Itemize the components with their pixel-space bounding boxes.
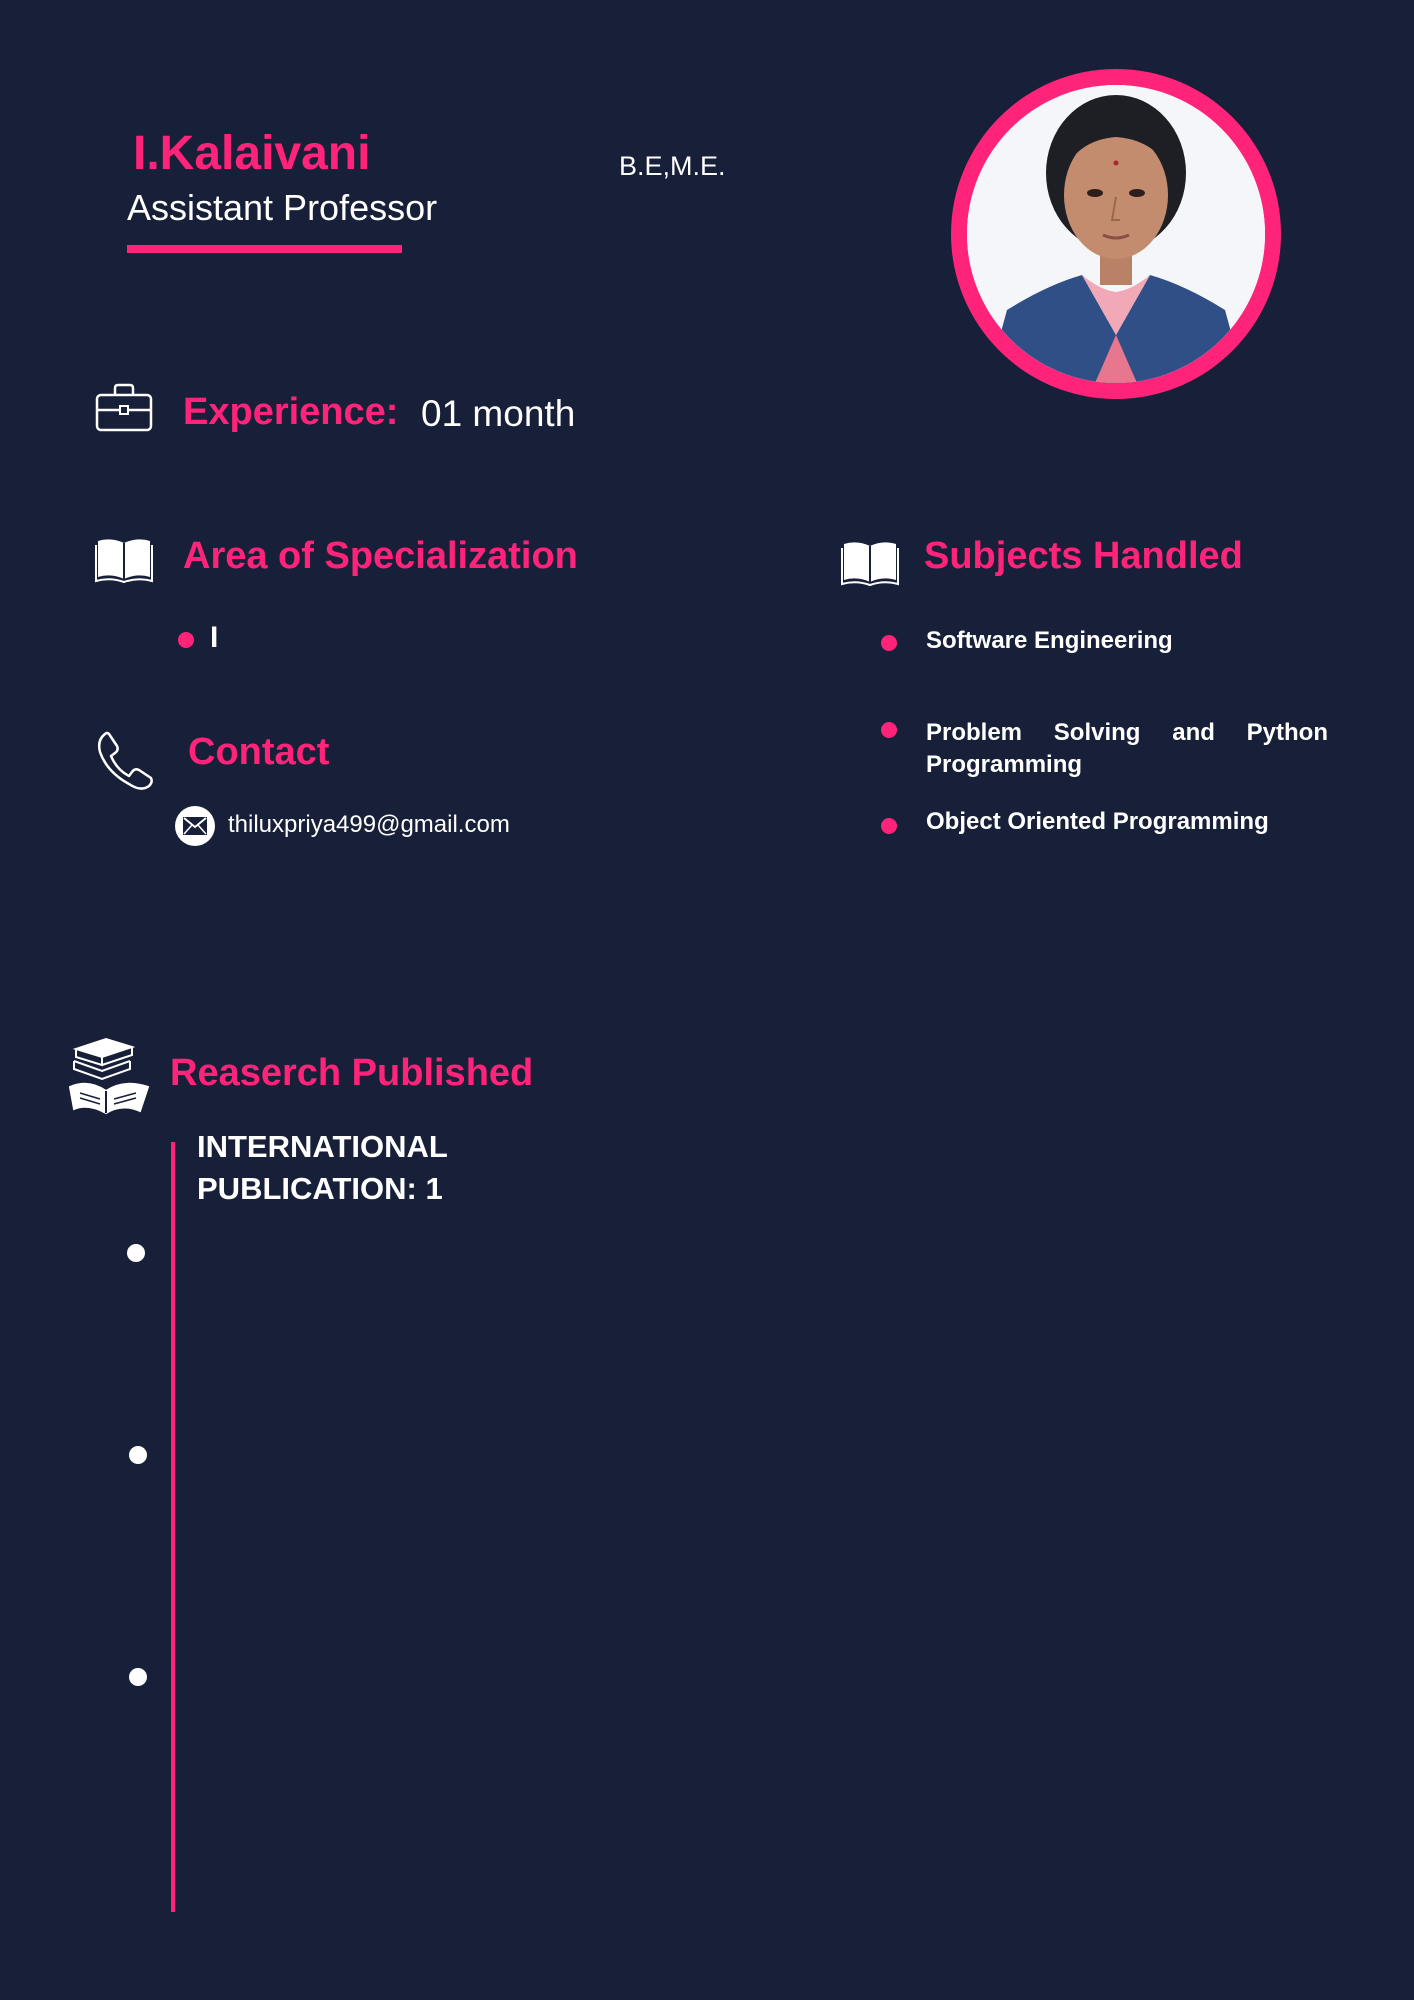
experience-value: 01 month <box>421 393 576 434</box>
specialization-title: Area of Specialization <box>183 535 578 577</box>
experience-label: Experience: <box>183 391 399 433</box>
subject-item: Software Engineering <box>926 627 1173 654</box>
timeline-bullet <box>129 1446 147 1464</box>
phone-icon <box>95 730 155 790</box>
subject-bullet <box>881 722 897 738</box>
subject-bullet <box>881 818 897 834</box>
profile-photo-image <box>967 85 1265 383</box>
specialization-bullet <box>178 632 194 648</box>
subject-bullet <box>881 635 897 651</box>
subject-item: Object Oriented Programming <box>926 808 1269 835</box>
title-underline <box>127 245 402 253</box>
profile-degree: B.E,M.E. <box>619 151 726 181</box>
specialization-item: I <box>210 621 219 654</box>
open-book-icon <box>841 538 899 587</box>
profile-photo <box>951 69 1281 399</box>
research-title: Reaserch Published <box>170 1052 534 1094</box>
profile-name: I.Kalaivani <box>133 127 371 180</box>
books-stack-icon <box>66 1035 152 1115</box>
contact-title: Contact <box>188 731 330 773</box>
subjects-title: Subjects Handled <box>924 535 1243 577</box>
profile-title: Assistant Professor <box>127 187 438 228</box>
timeline-bullet <box>129 1668 147 1686</box>
contact-email[interactable]: thiluxpriya499@gmail.com <box>228 811 510 839</box>
mail-icon <box>175 806 215 846</box>
publication-item: INTERNATIONAL PUBLICATION: 1 <box>197 1129 448 1206</box>
open-book-icon <box>95 535 153 584</box>
timeline-bullet <box>127 1244 145 1262</box>
research-timeline <box>171 1142 175 1912</box>
subject-item: Problem Solving and Python Programming <box>926 719 1328 778</box>
briefcase-icon <box>95 383 153 433</box>
